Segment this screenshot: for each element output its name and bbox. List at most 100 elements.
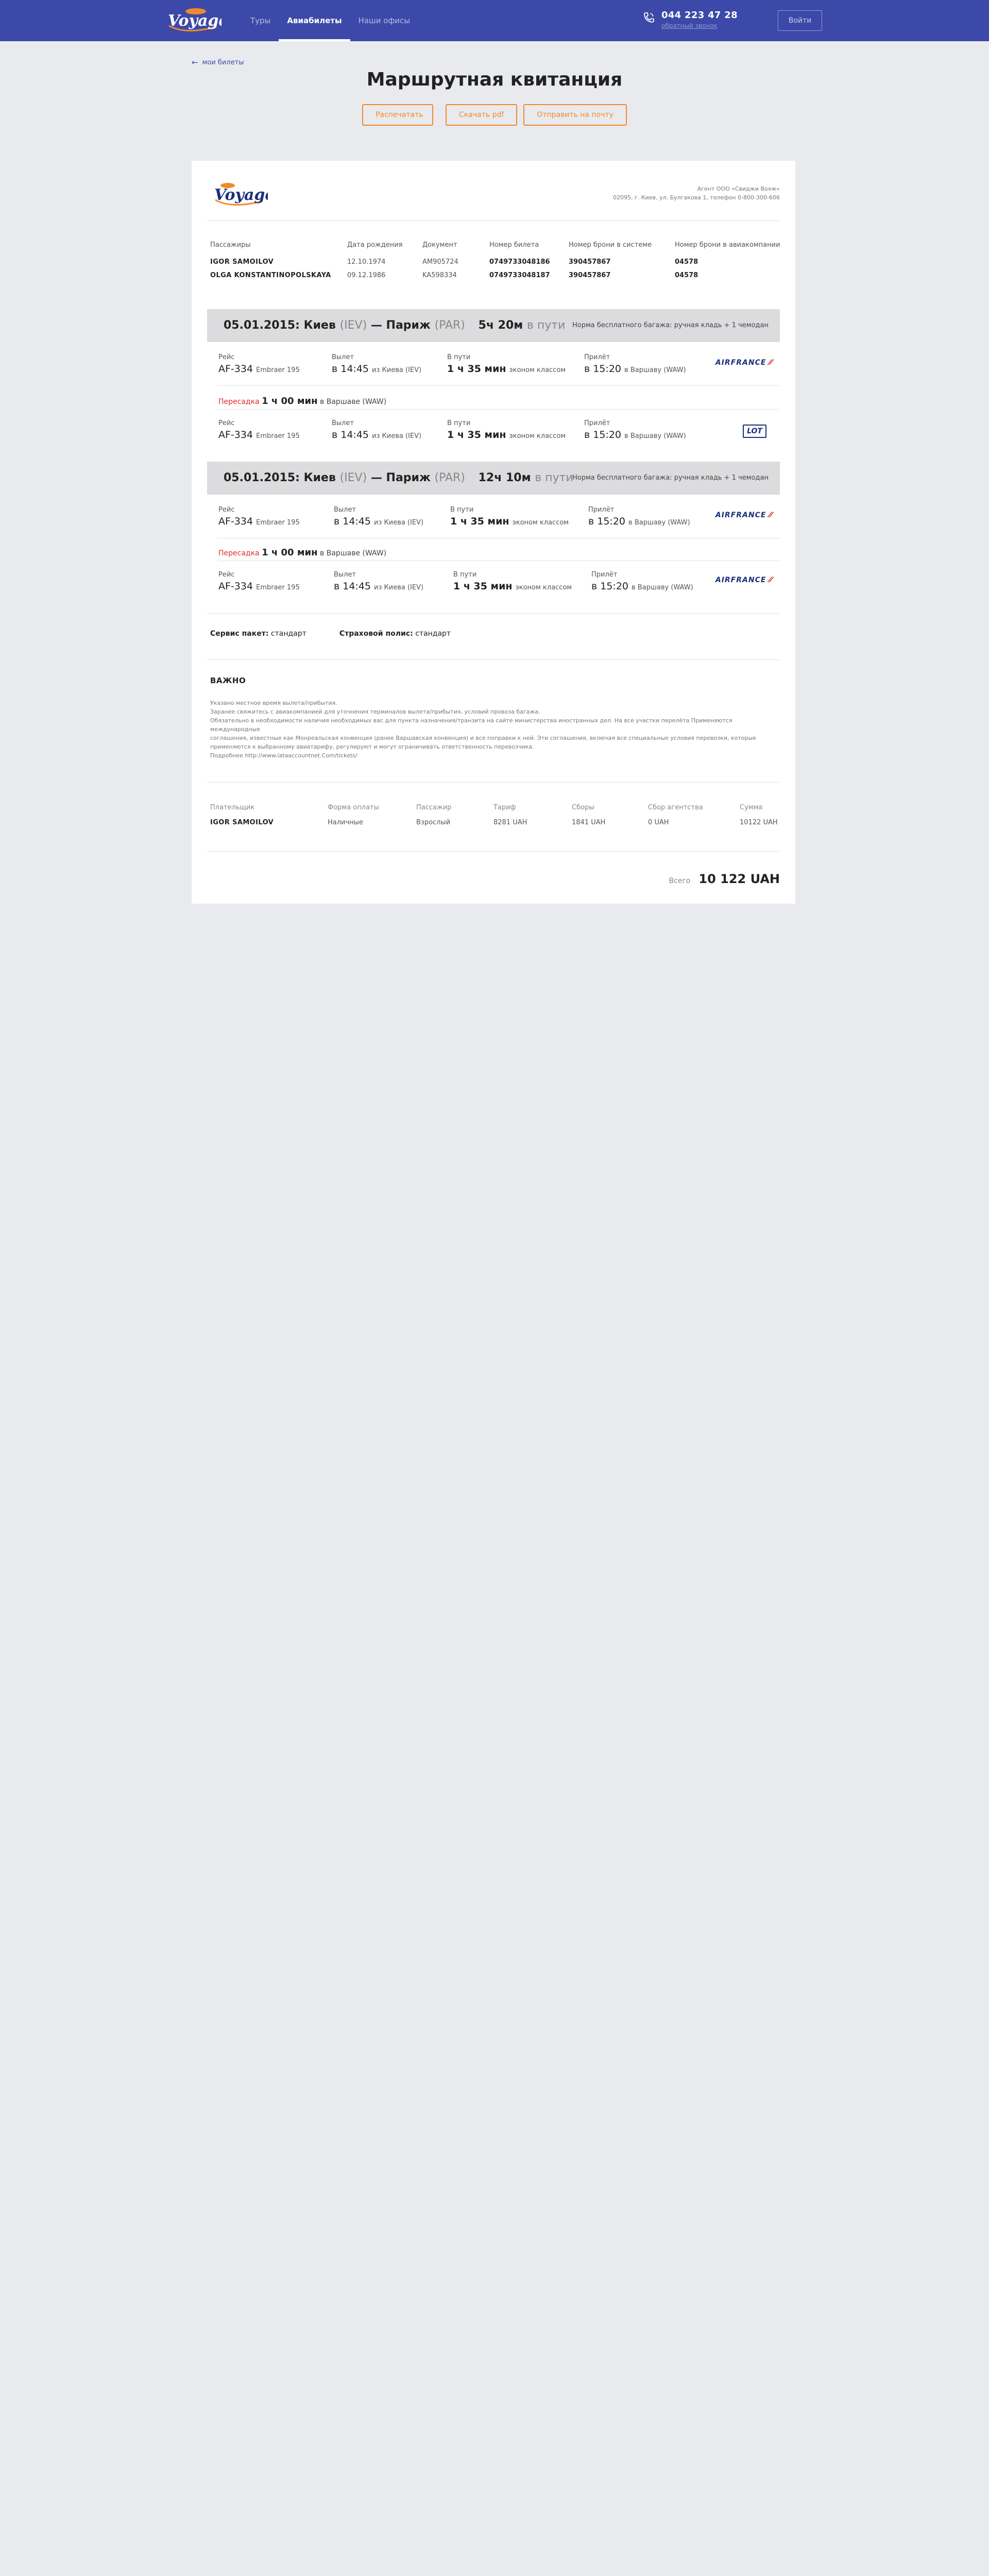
flight-number: AF-334 (218, 516, 253, 527)
airline-name: AIRFRANCE (715, 576, 766, 584)
segment-title: 05.01.2015: Киев (IEV) — Париж (PAR) 12ч… (224, 462, 573, 495)
passenger-birthdate: 09.12.1986 (347, 271, 386, 279)
fees-amount: 1841 UAH (572, 819, 606, 826)
col-payer: Плательщик (210, 804, 255, 811)
cabin-class: эконом классом (515, 584, 572, 591)
callback-link[interactable]: обратный звонок (661, 22, 718, 29)
flight-duration: 1 ч 35 мин (447, 429, 506, 440)
departure-info: Вылет в 14:45 из Киева (IEV) (332, 419, 421, 440)
departure-place: из Киева (IEV) (374, 584, 424, 591)
passenger-document: KA598334 (422, 271, 457, 279)
important-title: ВАЖНО (210, 676, 246, 685)
airfrance-logo: AIRFRANCE ⁄⁄ (715, 511, 773, 521)
segment-date: 05.01.2015: (224, 471, 300, 484)
total-value: 10 122 UAH (698, 872, 780, 886)
arrival-label: Прилёт (584, 353, 610, 361)
segment-date: 05.01.2015: (224, 319, 300, 332)
insurance-policy: Страховой полис: стандарт (339, 630, 451, 638)
service-value: стандарт (270, 630, 306, 638)
agency-fee-amount: 0 UAH (648, 819, 669, 826)
departure-time: в 14:45 (334, 516, 371, 527)
passengers-header: Пассажиры Дата рождения Документ Номер б… (210, 241, 782, 249)
passenger-type: Взрослый (416, 819, 451, 826)
nav-tours[interactable]: Туры (242, 0, 279, 41)
arrival-info: Прилёт в 15:20 в Варшаву (WAW) (584, 353, 686, 375)
col-ticket: Номер билета (489, 241, 539, 249)
payment-table: Плательщик Форма оплаты Пассажир Тариф С… (210, 804, 782, 826)
airfrance-stripe-icon: ⁄⁄ (769, 511, 773, 519)
cabin-class: эконом классом (509, 366, 566, 374)
send-email-button[interactable]: Отправить на почту (523, 104, 627, 126)
nav-offices[interactable]: Наши офисы (350, 0, 419, 41)
duration-info: В пути 1 ч 35 мин эконом классом (450, 506, 569, 527)
flight-label: Рейс (218, 353, 235, 361)
passenger-system-booking: 390457867 (569, 271, 611, 279)
phone-number[interactable]: 044 223 47 28 (661, 10, 738, 21)
departure-time: в 14:45 (334, 581, 371, 592)
divider (207, 659, 780, 660)
voyage-logo[interactable]: Voyage (165, 5, 221, 37)
flight-label: Рейс (218, 571, 235, 579)
arrival-place: в Варшаву (WAW) (628, 519, 690, 527)
airfrance-logo: AIRFRANCE ⁄⁄ (715, 359, 773, 369)
page-title: Маршрутная квитанция (366, 69, 623, 90)
segment-from-code: (IEV) (339, 319, 367, 332)
departure-label: Вылет (334, 506, 356, 514)
total-label: Всего (669, 877, 691, 885)
departure-time: в 14:45 (332, 429, 369, 440)
service-package: Сервис пакет: стандарт (210, 630, 306, 638)
svg-text:Voyage: Voyage (214, 186, 268, 204)
important-line: Заранее свяжитесь с авиакомпанией для ут… (210, 708, 540, 715)
cabin-class: эконом классом (512, 519, 569, 527)
aircraft: Embraer 195 (256, 432, 300, 440)
back-to-tickets-link[interactable]: ← мои билеты (192, 58, 244, 67)
lot-logo: LOT (743, 425, 766, 438)
flight-duration: 1 ч 35 мин (447, 363, 506, 375)
segment-header: 05.01.2015: Киев (IEV) — Париж (PAR) 5ч … (207, 309, 780, 342)
passenger-birthdate: 12.10.1974 (347, 258, 386, 266)
segment-to-code: (PAR) (434, 471, 465, 484)
extras: Сервис пакет: стандарт Страховой полис: … (210, 630, 451, 638)
passenger-row: OLGA KONSTANTINOPOLSKAYA 09.12.1986 KA59… (210, 268, 782, 282)
departure-time: в 14:45 (332, 363, 369, 375)
payment-form: Наличные (328, 819, 363, 826)
duration-label: В пути (447, 353, 471, 361)
flight-row: Рейс AF-334 Embraer 195 Вылет в 14:45 из… (207, 344, 780, 383)
segment-header: 05.01.2015: Киев (IEV) — Париж (PAR) 12ч… (207, 462, 780, 495)
aircraft: Embraer 195 (256, 584, 300, 591)
transfer-label: Пересадка (218, 549, 260, 557)
arrival-info: Прилёт в 15:20 в Варшаву (WAW) (584, 419, 686, 440)
departure-place: из Киева (IEV) (372, 366, 422, 374)
arrival-info: Прилёт в 15:20 в Варшаву (WAW) (588, 506, 690, 527)
divider (207, 851, 780, 852)
airfrance-stripe-icon: ⁄⁄ (769, 576, 773, 584)
insurance-value: стандарт (415, 630, 451, 638)
segment-to-code: (PAR) (434, 319, 465, 332)
baggage-allowance: Норма бесплатного багажа: ручная кладь +… (572, 321, 769, 329)
download-pdf-button[interactable]: Скачать pdf (446, 104, 518, 126)
segment-dash: — (370, 471, 382, 484)
departure-info: Вылет в 14:45 из Киева (IEV) (332, 353, 421, 375)
col-document: Документ (422, 241, 457, 249)
col-passenger-type: Пассажир (416, 804, 452, 811)
passenger-system-booking: 390457867 (569, 258, 611, 266)
login-button[interactable]: Войти (778, 10, 822, 31)
segment-duration: 5ч 20м (478, 319, 523, 332)
flight-number: AF-334 (218, 581, 253, 592)
arrival-place: в Варшаву (WAW) (624, 366, 686, 374)
divider (217, 409, 780, 410)
segment-to: Париж (386, 319, 431, 332)
segment-duration-suffix: в пути (535, 471, 573, 484)
nav-avia[interactable]: Авиабилеты (279, 0, 350, 41)
arrival-info: Прилёт в 15:20 в Варшаву (WAW) (591, 571, 693, 592)
passenger-airline-booking: 04578 (675, 258, 698, 266)
col-fare: Тариф (493, 804, 516, 811)
flight-row: Рейс AF-334 Embraer 195 Вылет в 14:45 из… (207, 497, 780, 536)
airfrance-stripe-icon: ⁄⁄ (769, 359, 773, 367)
departure-place: из Киева (IEV) (372, 432, 422, 440)
col-airline-booking: Номер брони в авиакомпании (675, 241, 780, 249)
arrival-time: в 15:20 (584, 429, 621, 440)
print-button[interactable]: Распечатать (362, 104, 434, 126)
segment-to: Париж (386, 471, 431, 484)
duration-info: В пути 1 ч 35 мин эконом классом (447, 419, 566, 440)
